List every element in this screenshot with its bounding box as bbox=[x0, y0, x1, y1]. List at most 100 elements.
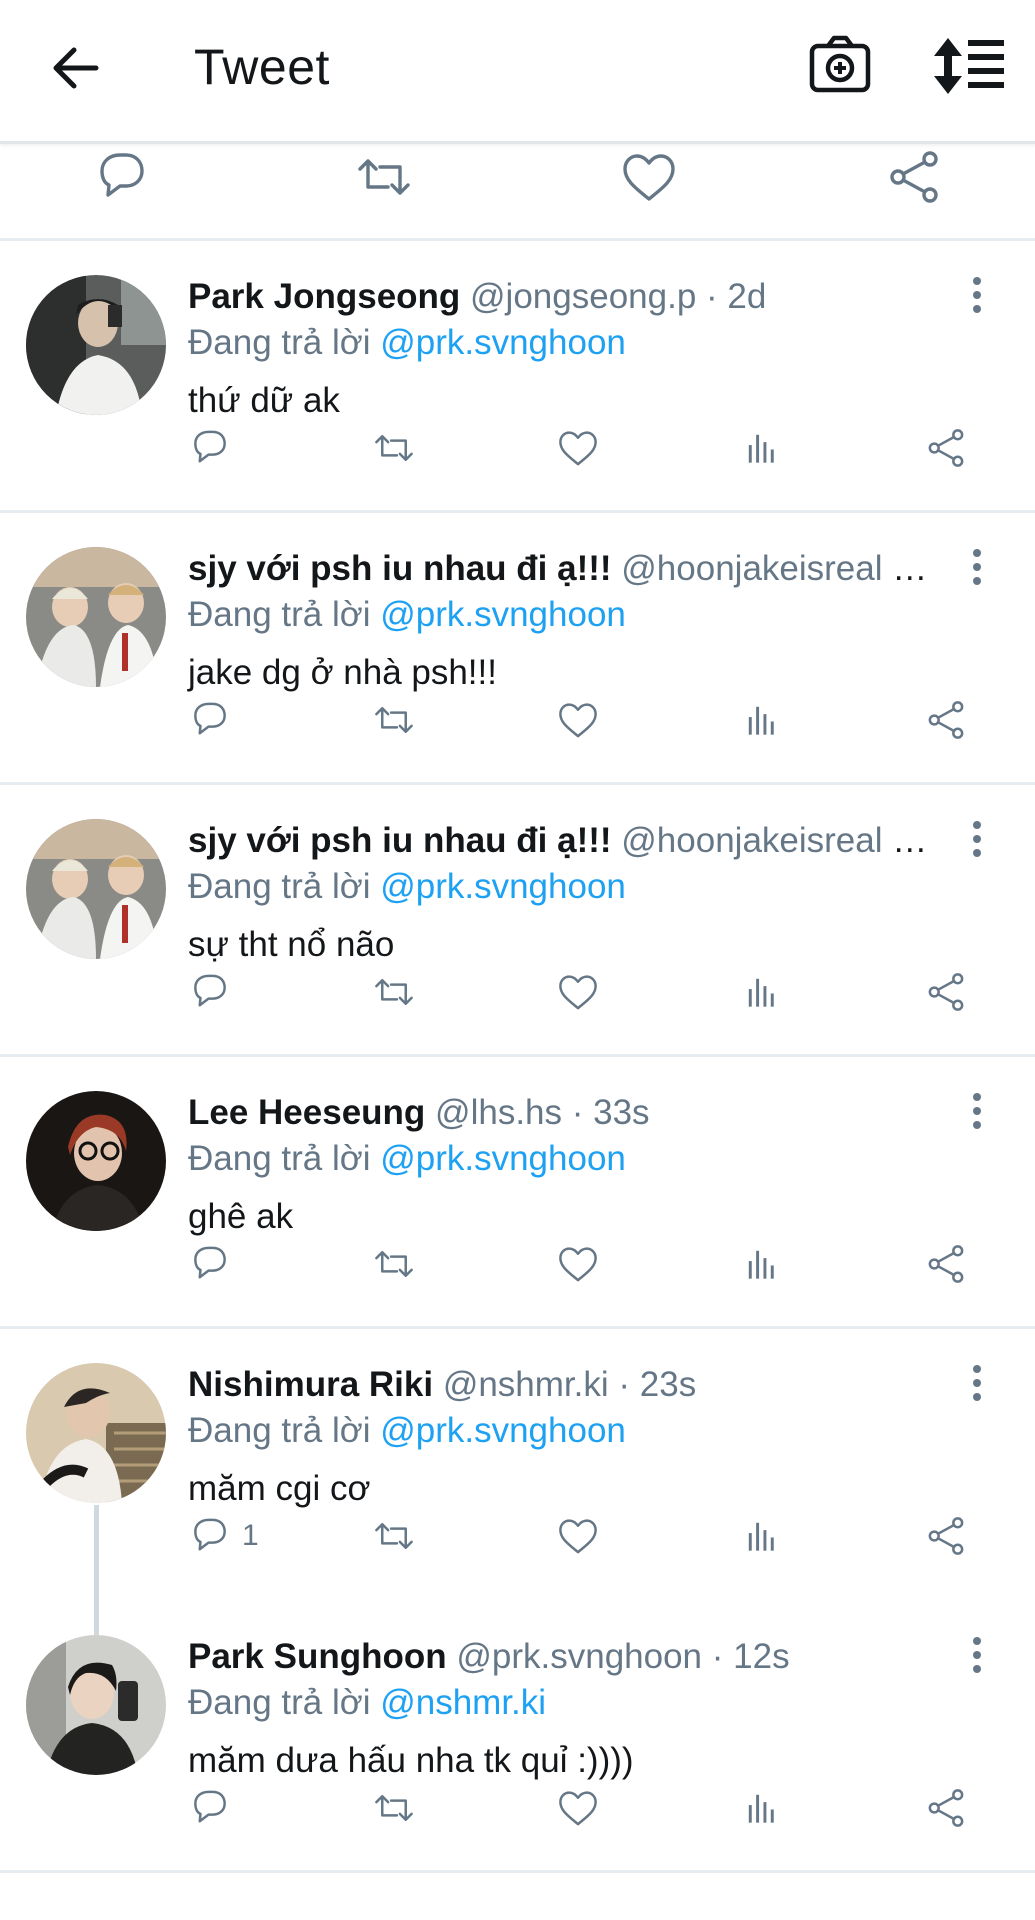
mention-link[interactable]: @prk.svnghoon bbox=[380, 1139, 626, 1178]
user-handle[interactable]: @lhs.hs bbox=[435, 1093, 562, 1132]
user-handle[interactable]: @hoonjakeisreal bbox=[621, 549, 882, 588]
avatar[interactable] bbox=[26, 819, 166, 959]
reply-icon bbox=[194, 430, 226, 463]
avatar[interactable] bbox=[26, 275, 166, 415]
like-icon bbox=[559, 1791, 597, 1826]
more-options-icon[interactable] bbox=[960, 1363, 994, 1403]
share-button[interactable] bbox=[924, 425, 968, 471]
views-button[interactable] bbox=[740, 1241, 784, 1287]
replying-to: Đang trả lời @prk.svnghoon bbox=[188, 1139, 626, 1179]
reply-text: măm dưa hấu nha tk quỉ :)))) bbox=[188, 1741, 634, 1780]
more-options-icon[interactable] bbox=[960, 275, 994, 315]
retweet-button[interactable] bbox=[372, 425, 416, 471]
display-name[interactable]: Park Sunghoon bbox=[188, 1637, 447, 1676]
retweet-button[interactable] bbox=[372, 1241, 416, 1287]
retweet-button[interactable] bbox=[372, 1513, 416, 1559]
reply-button[interactable] bbox=[188, 697, 242, 743]
like-icon[interactable] bbox=[619, 147, 679, 207]
user-handle[interactable]: @jongseong.p bbox=[470, 277, 696, 316]
views-chart-icon bbox=[748, 434, 774, 463]
reply-button[interactable] bbox=[188, 1785, 242, 1831]
retweet-button[interactable] bbox=[372, 697, 416, 743]
replying-to: Đang trả lời @prk.svnghoon bbox=[188, 867, 626, 907]
reply-button[interactable] bbox=[188, 969, 242, 1015]
reply-item[interactable]: Lee Heeseung @lhs.hs · 33s Đang trả lời … bbox=[0, 1057, 1035, 1329]
reply-icon[interactable] bbox=[92, 147, 152, 207]
separator-dot: · bbox=[882, 821, 914, 860]
views-chart-icon bbox=[748, 1250, 774, 1279]
retweet-icon bbox=[375, 707, 413, 733]
more-options-icon[interactable] bbox=[960, 1635, 994, 1675]
mention-link[interactable]: @nshmr.ki bbox=[380, 1683, 546, 1722]
separator-dot: · bbox=[696, 277, 728, 316]
top-bar: Tweet bbox=[0, 0, 1035, 144]
reply-button[interactable] bbox=[188, 1241, 242, 1287]
share-icon[interactable] bbox=[884, 147, 944, 207]
display-name[interactable]: sjy với psh iu nhau đi ạ!!! bbox=[188, 821, 612, 860]
reply-item[interactable]: Nishimura Riki @nshmr.ki · 23s Đang trả … bbox=[0, 1329, 1035, 1598]
sort-arrows-list-icon[interactable] bbox=[930, 36, 1006, 96]
retweet-button[interactable] bbox=[372, 969, 416, 1015]
like-button[interactable] bbox=[556, 697, 600, 743]
share-button[interactable] bbox=[924, 1513, 968, 1559]
views-chart-icon bbox=[748, 1794, 774, 1823]
mention-link[interactable]: @prk.svnghoon bbox=[380, 595, 626, 634]
mention-link[interactable]: @prk.svnghoon bbox=[380, 1411, 626, 1450]
share-button[interactable] bbox=[924, 1241, 968, 1287]
display-name[interactable]: sjy với psh iu nhau đi ạ!!! bbox=[188, 549, 612, 588]
views-button[interactable] bbox=[740, 969, 784, 1015]
mention-link[interactable]: @prk.svnghoon bbox=[380, 867, 626, 906]
reply-item[interactable]: sjy với psh iu nhau đi ạ!!! @hoonjakeisr… bbox=[0, 513, 1035, 785]
more-options-icon[interactable] bbox=[960, 1091, 994, 1131]
main-tweet-actions bbox=[0, 143, 1035, 241]
user-handle[interactable]: @nshmr.ki bbox=[443, 1365, 609, 1404]
like-icon bbox=[559, 1519, 597, 1554]
reply-icon bbox=[194, 702, 226, 735]
reply-button[interactable]: 1 bbox=[188, 1513, 259, 1559]
retweet-icon bbox=[375, 435, 413, 461]
avatar[interactable] bbox=[26, 1635, 166, 1775]
user-handle[interactable]: @hoonjakeisreal bbox=[621, 821, 882, 860]
arrow-left-icon[interactable] bbox=[48, 40, 104, 96]
retweet-button[interactable] bbox=[372, 1785, 416, 1831]
avatar[interactable] bbox=[26, 1091, 166, 1231]
user-handle[interactable]: @prk.svnghoon bbox=[456, 1637, 702, 1676]
views-button[interactable] bbox=[740, 1513, 784, 1559]
like-button[interactable] bbox=[556, 1241, 600, 1287]
replying-to: Đang trả lời @nshmr.ki bbox=[188, 1683, 546, 1723]
reply-text: sự tht nổ não bbox=[188, 925, 395, 964]
reply-item[interactable]: Park Sunghoon @prk.svnghoon · 12s Đang t… bbox=[0, 1601, 1035, 1873]
more-options-icon[interactable] bbox=[960, 819, 994, 859]
avatar[interactable] bbox=[26, 1363, 166, 1503]
reply-item[interactable]: Park Jongseong @jongseong.p · 2d Đang tr… bbox=[0, 241, 1035, 513]
page-title: Tweet bbox=[194, 39, 330, 95]
reply-button[interactable] bbox=[188, 425, 242, 471]
mention-link[interactable]: @prk.svnghoon bbox=[380, 323, 626, 362]
share-button[interactable] bbox=[924, 1785, 968, 1831]
views-chart-icon bbox=[748, 706, 774, 735]
camera-plus-icon[interactable] bbox=[808, 34, 872, 96]
retweet-icon[interactable] bbox=[354, 147, 414, 207]
display-name[interactable]: Park Jongseong bbox=[188, 277, 460, 316]
reply-item[interactable]: sjy với psh iu nhau đi ạ!!! @hoonjakeisr… bbox=[0, 785, 1035, 1057]
share-button[interactable] bbox=[924, 697, 968, 743]
like-button[interactable] bbox=[556, 425, 600, 471]
views-button[interactable] bbox=[740, 697, 784, 743]
display-name[interactable]: Nishimura Riki bbox=[188, 1365, 433, 1404]
retweet-icon bbox=[375, 1523, 413, 1549]
separator-dot: · bbox=[562, 1093, 594, 1132]
views-button[interactable] bbox=[740, 1785, 784, 1831]
avatar[interactable] bbox=[26, 547, 166, 687]
share-icon bbox=[928, 1517, 964, 1555]
like-button[interactable] bbox=[556, 969, 600, 1015]
share-button[interactable] bbox=[924, 969, 968, 1015]
reply-text: măm cgi cơ bbox=[188, 1469, 371, 1508]
like-button[interactable] bbox=[556, 1785, 600, 1831]
like-icon bbox=[559, 431, 597, 466]
display-name[interactable]: Lee Heeseung bbox=[188, 1093, 425, 1132]
reply-text: jake dg ở nhà psh!!! bbox=[188, 653, 497, 692]
more-options-icon[interactable] bbox=[960, 547, 994, 587]
like-button[interactable] bbox=[556, 1513, 600, 1559]
views-button[interactable] bbox=[740, 425, 784, 471]
views-chart-icon bbox=[748, 1522, 774, 1551]
